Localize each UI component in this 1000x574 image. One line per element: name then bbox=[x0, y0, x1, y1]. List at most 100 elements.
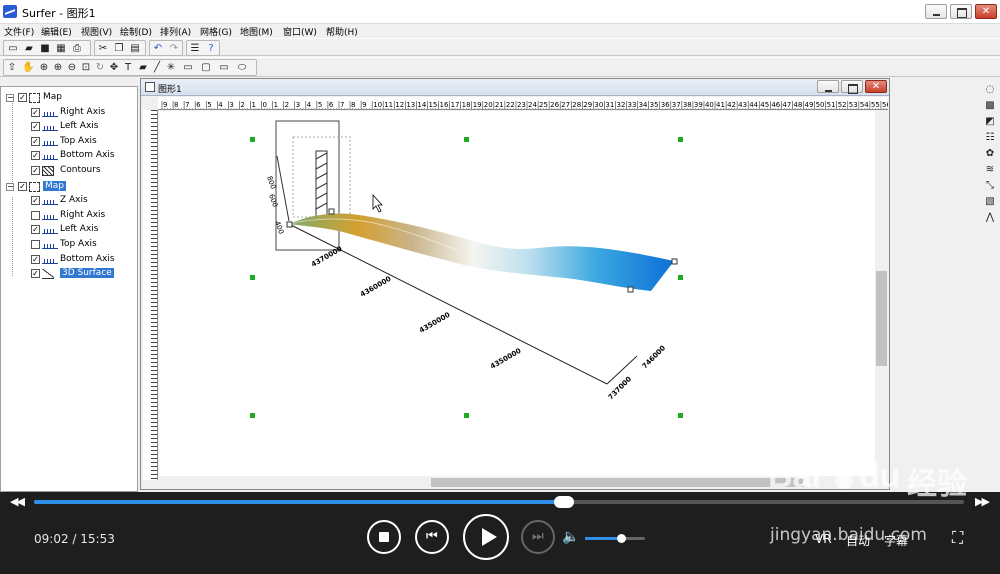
visibility-checkbox[interactable]: ✓ bbox=[31, 196, 40, 206]
rewind-icon[interactable]: ◀◀ bbox=[10, 495, 25, 508]
map-tool-icon[interactable]: ◌ bbox=[984, 84, 996, 96]
ruler-label: 11 bbox=[384, 101, 393, 109]
select-arrow-icon[interactable]: ⇧ bbox=[6, 62, 18, 74]
ruler-label: 18 bbox=[462, 101, 471, 109]
menu-grid[interactable]: 网格(G) bbox=[200, 25, 232, 38]
previous-button[interactable]: ⏮ bbox=[415, 520, 449, 554]
menu-window[interactable]: 窗口(W) bbox=[283, 25, 317, 38]
ellipse-tool-icon[interactable]: ⬭ bbox=[235, 62, 249, 74]
symbol-tool-icon[interactable]: ✳ bbox=[165, 62, 177, 74]
doc-close-button[interactable]: ✕ bbox=[865, 80, 887, 93]
tree-expander-icon[interactable]: − bbox=[6, 94, 14, 102]
shaded-relief-icon[interactable]: ◩ bbox=[984, 116, 996, 128]
rectangle2-tool-icon[interactable]: ▭ bbox=[217, 62, 231, 74]
redo-icon[interactable]: ↷ bbox=[168, 43, 180, 55]
visibility-checkbox[interactable]: ✓ bbox=[31, 107, 40, 117]
tree-item-contours[interactable]: ✓ Contours bbox=[1, 164, 137, 178]
doc-minimize-button[interactable] bbox=[817, 80, 839, 93]
wireframe-icon[interactable]: ≋ bbox=[984, 164, 996, 176]
polyline-tool-icon[interactable]: ╱ bbox=[151, 62, 163, 74]
tree-item-bottom-axis[interactable]: ✓ Bottom Axis bbox=[1, 149, 137, 163]
visibility-checkbox[interactable]: ✓ bbox=[31, 254, 40, 264]
zoom-page-icon[interactable]: ⊡ bbox=[80, 62, 92, 74]
visibility-checkbox[interactable] bbox=[31, 240, 40, 249]
move-icon[interactable]: ✥ bbox=[108, 62, 120, 74]
ruler-label: 50 bbox=[816, 101, 825, 109]
close-button[interactable]: ✕ bbox=[975, 4, 997, 19]
previous-icon: ⏮ bbox=[426, 529, 438, 544]
plot-canvas[interactable]: 800 600 400 4370000 4360000 4350000 4350… bbox=[159, 111, 875, 476]
next-button[interactable]: ⏭ bbox=[521, 520, 555, 554]
vertical-scroll-thumb[interactable] bbox=[876, 271, 887, 366]
tree-item-left-axis[interactable]: ✓ Left Axis bbox=[1, 223, 137, 237]
new-file-icon[interactable]: ▭ bbox=[7, 43, 19, 55]
post-map-icon[interactable]: ☷ bbox=[984, 132, 996, 144]
visibility-checkbox[interactable]: ✓ bbox=[31, 136, 40, 146]
undo-icon[interactable]: ↶ bbox=[152, 43, 164, 55]
axis-icon bbox=[42, 109, 58, 117]
vertical-scrollbar[interactable] bbox=[875, 111, 888, 476]
minimize-button[interactable] bbox=[925, 4, 947, 19]
visibility-checkbox[interactable]: ✓ bbox=[31, 269, 40, 279]
tree-item-right-axis[interactable]: Right Axis bbox=[1, 209, 137, 223]
volume-icon[interactable]: 🔈 bbox=[562, 529, 579, 545]
tree-item-3d-surface[interactable]: ✓ 3D Surface bbox=[1, 267, 137, 281]
open-folder-icon[interactable]: ▰ bbox=[23, 43, 35, 55]
menu-arrange[interactable]: 排列(A) bbox=[160, 25, 191, 38]
menu-map[interactable]: 地图(M) bbox=[240, 25, 273, 38]
tree-item-top-axis[interactable]: Top Axis bbox=[1, 238, 137, 252]
visibility-checkbox[interactable] bbox=[31, 210, 40, 220]
image-map-icon[interactable]: ▩ bbox=[984, 100, 996, 112]
volume-handle[interactable] bbox=[617, 534, 626, 543]
visibility-checkbox[interactable]: ✓ bbox=[18, 93, 27, 102]
menu-draw[interactable]: 绘制(D) bbox=[120, 25, 152, 38]
polygon-tool-icon[interactable]: ▰ bbox=[137, 62, 149, 74]
menu-file[interactable]: 文件(F) bbox=[4, 25, 34, 38]
stop-button[interactable] bbox=[367, 520, 401, 554]
axis-label: 746000 bbox=[641, 344, 667, 370]
ruler-label: 44 bbox=[749, 101, 758, 109]
rotate-icon[interactable]: ↻ bbox=[94, 62, 106, 74]
zoom-in-icon[interactable]: ⊕ bbox=[52, 62, 64, 74]
tree-item-left-axis[interactable]: ✓ Left Axis bbox=[1, 120, 137, 134]
play-button[interactable] bbox=[463, 514, 509, 560]
copy-icon[interactable]: ❐ bbox=[113, 43, 125, 55]
zoom-out-icon[interactable]: ⊖ bbox=[66, 62, 78, 74]
visibility-checkbox[interactable]: ✓ bbox=[18, 181, 27, 191]
visibility-checkbox[interactable]: ✓ bbox=[31, 151, 40, 161]
maximize-button[interactable] bbox=[950, 4, 972, 19]
rounded-rect-tool-icon[interactable]: ▢ bbox=[199, 62, 213, 74]
menu-view[interactable]: 视图(V) bbox=[81, 25, 112, 38]
vector-map-icon[interactable]: ✿ bbox=[984, 148, 996, 160]
horizontal-scroll-thumb[interactable] bbox=[431, 478, 803, 487]
save-icon[interactable]: ■ bbox=[39, 43, 51, 55]
doc-maximize-button[interactable] bbox=[841, 80, 863, 94]
menu-help[interactable]: 帮助(H) bbox=[326, 25, 358, 38]
worksheet-icon[interactable]: ▦ bbox=[55, 43, 67, 55]
text-tool-icon[interactable]: T bbox=[122, 62, 134, 74]
tree-expander-icon[interactable]: − bbox=[6, 182, 14, 191]
tree-item-top-axis[interactable]: ✓ Top Axis bbox=[1, 135, 137, 149]
cut-icon[interactable]: ✂ bbox=[97, 43, 109, 55]
tree-item-z-axis[interactable]: ✓ Z Axis bbox=[1, 194, 137, 208]
zoom-rect-icon[interactable]: ⊕ bbox=[38, 62, 50, 74]
visibility-checkbox[interactable]: ✓ bbox=[31, 122, 40, 132]
visibility-checkbox[interactable]: ✓ bbox=[31, 166, 40, 175]
object-properties-icon[interactable]: ☰ bbox=[189, 43, 201, 55]
volume-slider[interactable] bbox=[585, 534, 645, 543]
tree-item-bottom-axis[interactable]: ✓ Bottom Axis bbox=[1, 253, 137, 267]
tree-item-map[interactable]: − ✓ Map bbox=[1, 91, 137, 105]
tree-item-right-axis[interactable]: ✓ Right Axis bbox=[1, 106, 137, 120]
visibility-checkbox[interactable]: ✓ bbox=[31, 225, 40, 235]
3d-surface-icon[interactable]: ▧ bbox=[984, 196, 996, 208]
rectangle-tool-icon[interactable]: ▭ bbox=[181, 62, 195, 74]
menu-edit[interactable]: 编辑(E) bbox=[41, 25, 72, 38]
tree-item-map[interactable]: − ✓ Map bbox=[1, 180, 137, 194]
print-icon[interactable]: ⎙ bbox=[71, 43, 83, 55]
classed-post-icon[interactable]: ⤡ bbox=[984, 180, 996, 192]
pan-hand-icon[interactable]: ✋ bbox=[22, 62, 34, 74]
context-help-icon[interactable]: ? bbox=[205, 43, 217, 55]
surface-tool-icon[interactable]: ⋀ bbox=[984, 212, 996, 224]
paste-icon[interactable]: ▤ bbox=[129, 43, 141, 55]
seek-handle[interactable] bbox=[554, 496, 575, 508]
